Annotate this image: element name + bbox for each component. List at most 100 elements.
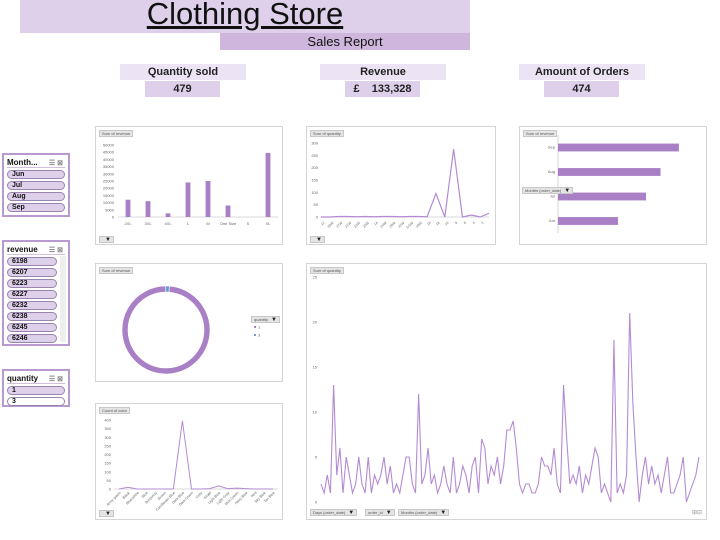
slicer-revenue-scrollbar[interactable] xyxy=(60,256,66,342)
bar xyxy=(145,201,151,217)
x-tick-label: 6 xyxy=(463,221,467,225)
x-tick-label: 27W xyxy=(335,220,343,228)
filter-button-order-id[interactable]: order_id ▼ xyxy=(365,509,395,516)
slicer-revenue-item[interactable]: 6207 xyxy=(7,268,57,277)
kpi-orders-label: Amount of Orders xyxy=(519,64,645,80)
x-tick-label: Grey xyxy=(195,491,203,499)
chart-svg: 13 xyxy=(121,285,261,375)
chart-revenue-by-quantity: Sum of revenue 13 quantity ▼ xyxy=(95,263,283,382)
bar xyxy=(225,205,231,217)
kpi-quantity-label: Quantity sold xyxy=(120,64,246,80)
y-tick-label: Sep xyxy=(548,144,556,149)
y-tick-label: 10 xyxy=(313,410,318,415)
y-tick-label: Aug xyxy=(548,169,555,174)
series-line xyxy=(320,312,700,503)
bar xyxy=(265,152,271,217)
x-tick-label: 16W xyxy=(415,220,423,228)
y-tick-label: 25 xyxy=(313,275,318,280)
donut-slice xyxy=(164,285,170,293)
y-tick-label: 15 xyxy=(313,365,318,370)
clear-filter-icon[interactable]: ⊠ xyxy=(57,247,65,254)
x-tick-label: XL xyxy=(266,221,272,226)
slicer-revenue-title: revenue xyxy=(7,245,38,254)
slicer-revenue-header: revenue ☰⊠ xyxy=(7,245,65,255)
multi-select-icon[interactable]: ☰ xyxy=(49,376,57,383)
x-tick-label: S xyxy=(247,221,250,226)
filter-button-months[interactable]: Months (order_date) ▼ xyxy=(398,509,450,516)
dropdown-icon: ▼ xyxy=(348,510,355,516)
filter-button-color[interactable]: ▼ xyxy=(99,510,114,517)
x-tick-label: 2XL xyxy=(124,221,132,226)
field-button[interactable]: Sum of revenue xyxy=(99,267,134,274)
chart-svg: 0 50 100 150 200 250 300 12 28W 27W 21W 23W 20W 14 24W… xyxy=(311,141,490,230)
x-tick-label: 21W xyxy=(344,220,352,228)
chart-revenue-by-month: Sum of revenue Sep Aug Jul Jun Months (orde… xyxy=(519,126,707,245)
clear-filter-icon[interactable]: ⊠ xyxy=(57,160,65,167)
dropdown-icon: ▼ xyxy=(105,237,111,243)
filter-button-size[interactable]: ▼ xyxy=(99,236,114,243)
x-tick-label: 28W xyxy=(327,220,335,228)
field-button[interactable]: Sum of quantity xyxy=(310,130,344,137)
chart-svg: 050100150200250300350400Army green BlackB… xyxy=(104,418,278,512)
multi-select-icon[interactable]: ☰ xyxy=(49,247,57,254)
x-tick-label: 10 xyxy=(444,221,450,227)
x-tick-label: 20W xyxy=(362,220,370,228)
slicer-revenue-item[interactable]: 6198 xyxy=(7,257,57,266)
y-tick-label: 5 xyxy=(315,455,318,460)
y-tick-label: 20000 xyxy=(103,186,115,191)
filter-button-days[interactable]: Days (order_date) ▼ xyxy=(310,509,358,516)
slicer-revenue: revenue ☰⊠ 6198 6207 6223 6227 6232 6238… xyxy=(2,240,70,346)
slicer-revenue-item[interactable]: 6245 xyxy=(7,323,57,332)
slicer-quantity-item[interactable]: 1 xyxy=(7,386,65,395)
field-button[interactable]: Count of color xyxy=(99,407,130,414)
x-tick-label: 3XL xyxy=(144,221,152,226)
chart-svg: 0 5 10 15 20 25 xyxy=(313,275,700,505)
slicer-revenue-item[interactable]: 6223 xyxy=(7,279,57,288)
y-tick-label: 250 xyxy=(311,153,318,158)
bar xyxy=(558,168,661,176)
slicer-revenue-item[interactable]: 6232 xyxy=(7,301,57,310)
chart-quantity-by-day: Sum of quantity 0 5 10 15 20 25 Days (order_d… xyxy=(306,263,707,520)
x-tick-label: 18 xyxy=(435,221,441,227)
y-tick-label: 0 xyxy=(112,215,115,220)
chart-count-by-color: Count of color 0 50 100 150 200 250 300 350 400 A… xyxy=(95,403,283,520)
field-button[interactable]: Sum of revenue xyxy=(523,130,558,137)
slicer-month-item[interactable]: Aug xyxy=(7,192,65,201)
filter-button-months[interactable]: Months (order_date) ▼ xyxy=(522,187,574,194)
y-tick-label: 20 xyxy=(313,320,318,325)
x-tick-label: L xyxy=(187,221,190,226)
y-tick-label: 300 xyxy=(104,435,111,440)
slicer-month-item[interactable]: Sep xyxy=(7,203,65,212)
slicer-revenue-item[interactable]: 6246 xyxy=(7,334,57,343)
y-tick-label: 100 xyxy=(311,190,318,195)
y-tick-label: 15000 xyxy=(103,193,115,198)
dropdown-icon: ▼ xyxy=(564,188,571,194)
dropdown-icon: ▼ xyxy=(105,511,111,517)
kpi-revenue-value: £ 133,328 xyxy=(345,81,420,97)
field-button[interactable]: Sum of quantity xyxy=(310,267,344,274)
clear-filter-icon[interactable]: ⊠ xyxy=(57,376,65,383)
slicer-month-item[interactable]: Jul xyxy=(7,181,65,190)
slicer-revenue-item[interactable]: 6238 xyxy=(7,312,57,321)
filter-button-size[interactable]: ▼ xyxy=(310,236,325,243)
y-tick-label: 150 xyxy=(311,178,318,183)
slicer-revenue-item[interactable]: 6227 xyxy=(7,290,57,299)
field-button[interactable]: Sum of revenue xyxy=(99,130,134,137)
x-tick-label: 16 xyxy=(426,221,432,227)
multi-select-icon[interactable]: ☰ xyxy=(49,160,57,167)
series-line xyxy=(118,420,273,490)
x-tick-label: One Size xyxy=(220,221,237,226)
slicer-month-item[interactable]: Jun xyxy=(7,170,65,179)
bar xyxy=(558,143,679,152)
slicer-quantity-item[interactable]: 3 xyxy=(7,397,65,406)
kpi-revenue-label: Revenue xyxy=(320,64,446,80)
x-tick-label: 14 xyxy=(373,221,379,227)
legend-filter-quantity[interactable]: quantity ▼ xyxy=(251,316,280,323)
kpi-orders-value: 474 xyxy=(544,81,619,97)
bar xyxy=(125,199,131,217)
y-tick-label: 45000 xyxy=(103,150,115,155)
dropdown-icon: ▼ xyxy=(316,237,322,243)
chart-revenue-by-size: Sum of revenue 0 5000 10000 15000 20000 25000… xyxy=(95,126,283,245)
expand-collapse-icon[interactable]: ⊞⊟ xyxy=(692,509,702,516)
x-tick-label: 24W xyxy=(380,220,388,228)
